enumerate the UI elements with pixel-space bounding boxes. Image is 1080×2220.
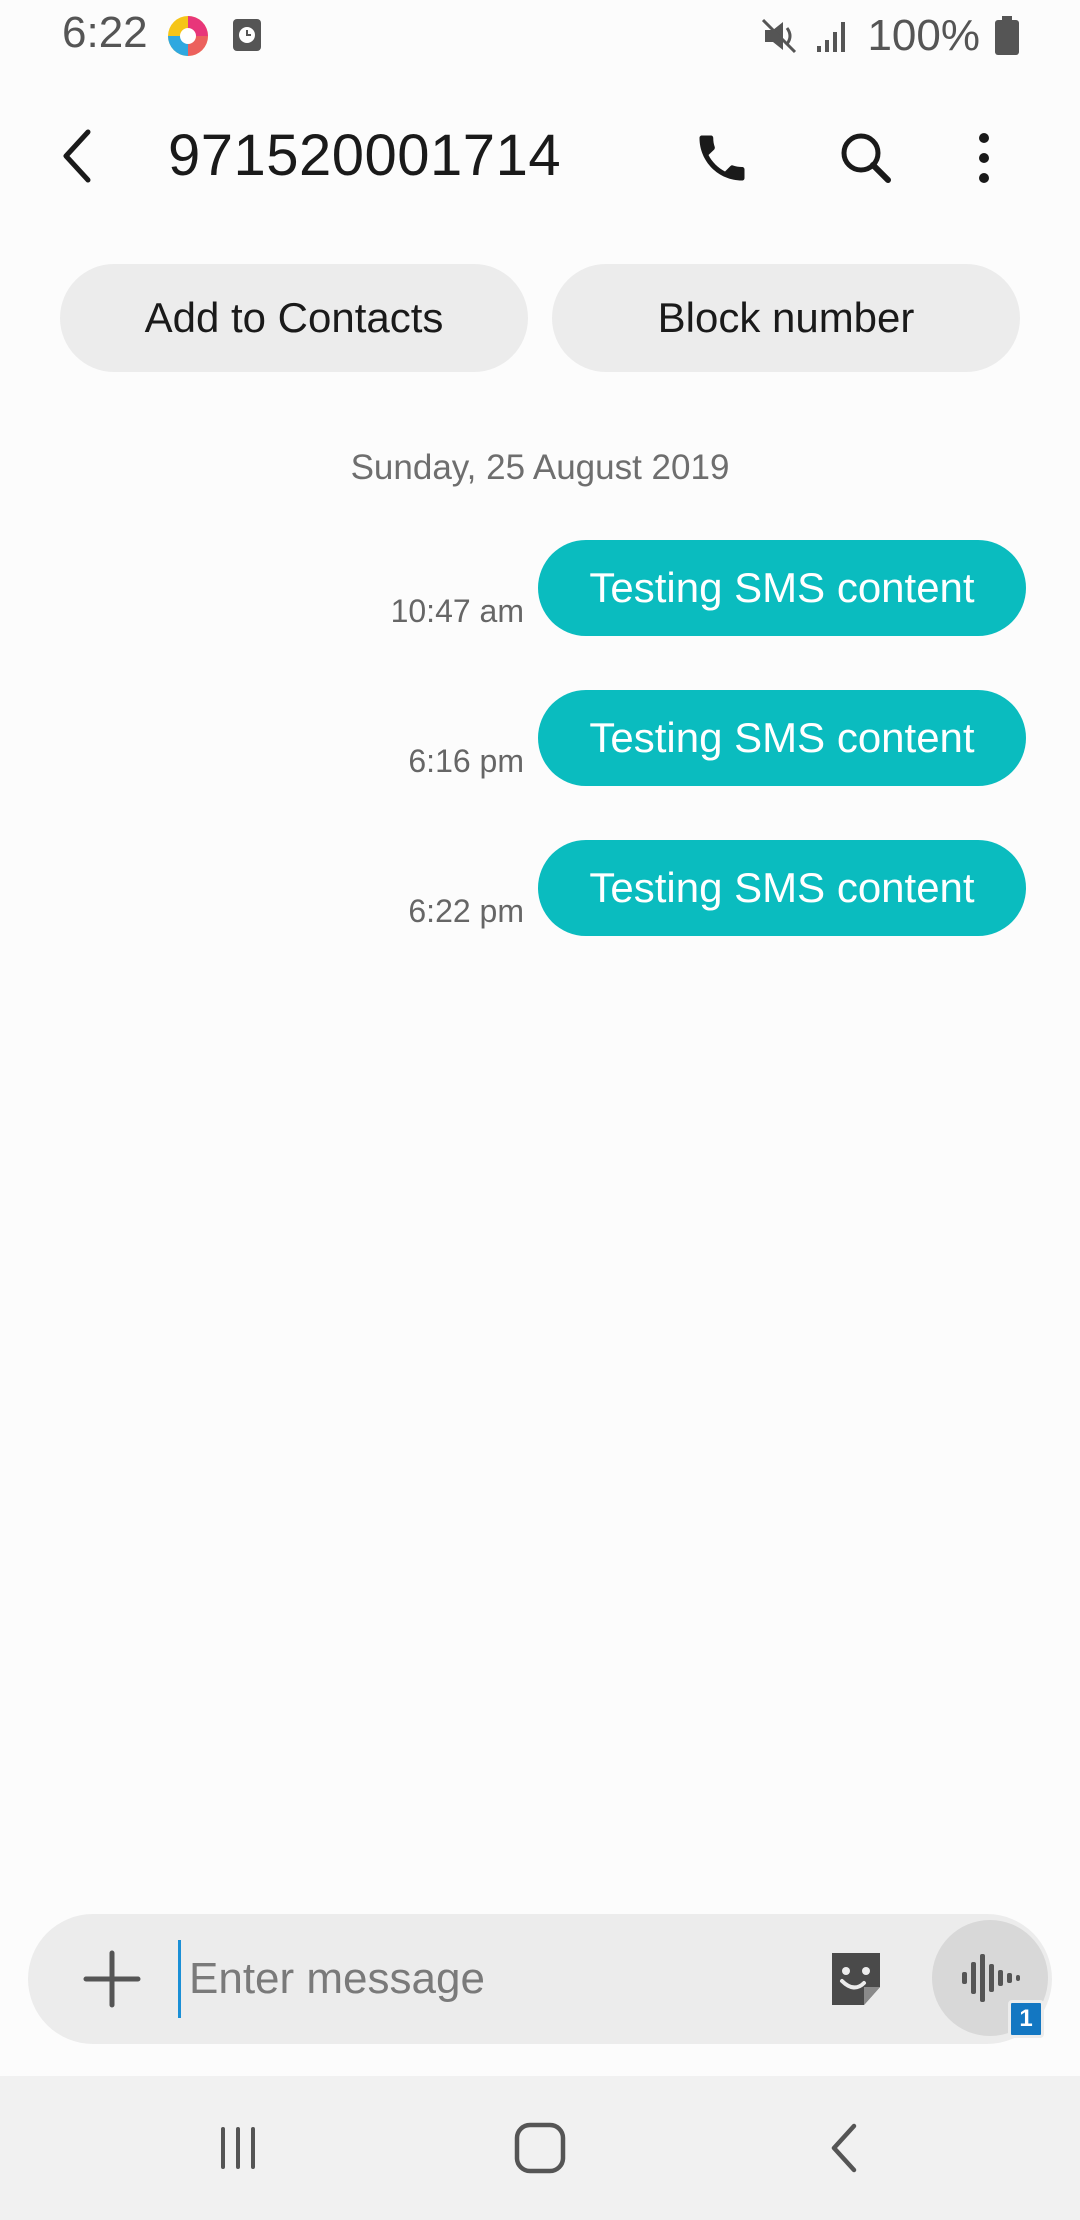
battery-icon bbox=[994, 16, 1020, 56]
search-button[interactable] bbox=[828, 120, 904, 196]
clock-app-icon bbox=[232, 18, 262, 52]
navigation-bar bbox=[0, 2076, 1080, 2220]
message-row: 10:47 am Testing SMS content bbox=[0, 540, 1080, 636]
home-icon bbox=[514, 2122, 566, 2174]
home-button[interactable] bbox=[490, 2098, 590, 2198]
more-vert-icon bbox=[979, 133, 989, 183]
more-options-button[interactable] bbox=[946, 120, 1022, 196]
message-bubble[interactable]: Testing SMS content bbox=[538, 540, 1026, 636]
date-separator: Sunday, 25 August 2019 bbox=[350, 448, 730, 487]
status-indicators: 100% bbox=[759, 8, 1020, 64]
add-to-contacts-button[interactable]: Add to Contacts bbox=[60, 264, 528, 372]
sim-badge: 1 bbox=[1008, 2000, 1044, 2038]
conversation-header: 971520001714 bbox=[0, 96, 1080, 216]
block-number-button[interactable]: Block number bbox=[552, 264, 1020, 372]
battery-percentage: 100% bbox=[867, 11, 980, 60]
message-time: 6:16 pm bbox=[408, 743, 524, 779]
status-bar: 6:22 100% bbox=[0, 0, 1080, 72]
message-row: 6:16 pm Testing SMS content bbox=[0, 690, 1080, 786]
message-input[interactable] bbox=[178, 1940, 809, 2018]
app-notification-icon bbox=[166, 14, 210, 58]
recents-button[interactable] bbox=[188, 2098, 288, 2198]
message-time: 6:22 pm bbox=[408, 893, 524, 929]
signal-icon bbox=[813, 16, 853, 56]
attach-button[interactable] bbox=[74, 1941, 150, 2017]
message-composer: 1 bbox=[28, 1914, 1052, 2044]
call-button[interactable] bbox=[684, 120, 760, 196]
back-button[interactable] bbox=[40, 118, 116, 194]
status-time: 6:22 bbox=[62, 8, 148, 57]
back-arrow-icon bbox=[63, 129, 91, 183]
message-bubble[interactable]: Testing SMS content bbox=[538, 840, 1026, 936]
sticker-button[interactable] bbox=[824, 1947, 888, 2011]
message-row: 6:22 pm Testing SMS content bbox=[0, 840, 1080, 936]
voice-record-icon bbox=[962, 1954, 1020, 2002]
message-bubble[interactable]: Testing SMS content bbox=[538, 690, 1026, 786]
plus-icon bbox=[83, 1950, 141, 2008]
contact-title: 971520001714 bbox=[168, 123, 562, 188]
search-icon bbox=[841, 133, 891, 183]
nav-back-button[interactable] bbox=[794, 2098, 894, 2198]
sticker-icon bbox=[832, 1953, 880, 2005]
recents-icon bbox=[221, 2127, 255, 2169]
mute-icon bbox=[759, 16, 799, 56]
nav-back-icon bbox=[831, 2123, 857, 2173]
phone-icon bbox=[699, 135, 745, 181]
message-time: 10:47 am bbox=[390, 593, 524, 629]
